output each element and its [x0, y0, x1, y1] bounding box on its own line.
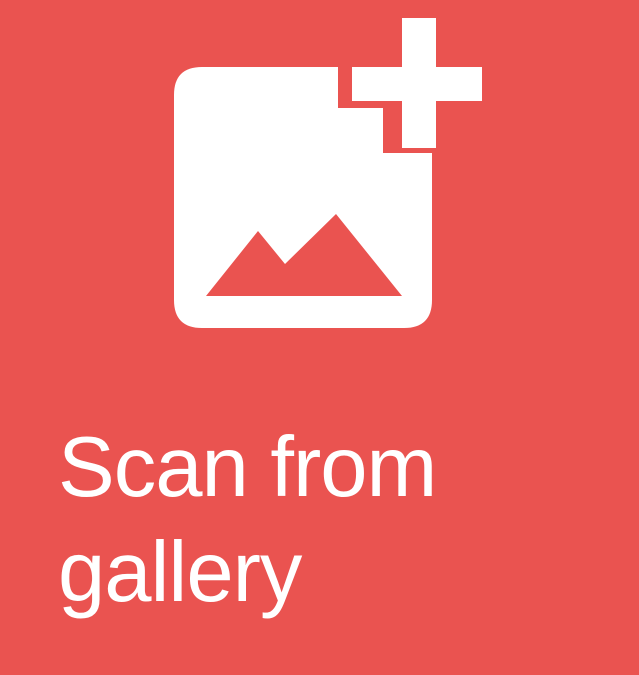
tile-label-line1: Scan from — [58, 420, 437, 515]
scan-from-gallery-tile[interactable]: Scan from gallery — [0, 0, 639, 675]
tile-label: Scan from gallery — [58, 415, 618, 625]
tile-label-line2: gallery — [58, 525, 302, 620]
add-photo-icon — [170, 16, 490, 336]
